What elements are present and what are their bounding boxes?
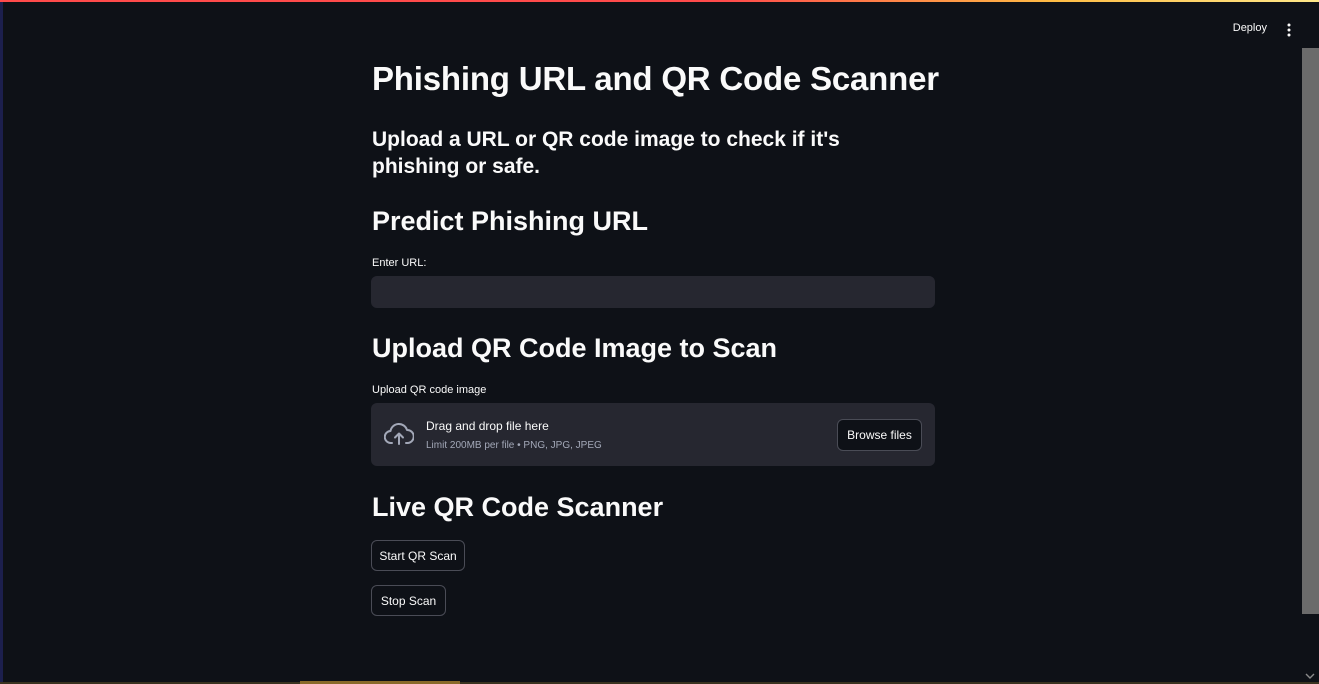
scroll-down-arrow-icon[interactable] xyxy=(1305,668,1315,679)
stop-scan-button[interactable]: Stop Scan xyxy=(371,585,446,616)
deploy-button[interactable]: Deploy xyxy=(1233,22,1267,34)
predict-url-heading: Predict Phishing URL xyxy=(372,206,649,236)
dropzone-limit-text: Limit 200MB per file • PNG, JPG, JPEG xyxy=(426,440,602,451)
upload-field-label: Upload QR code image xyxy=(372,384,487,396)
url-field-label: Enter URL: xyxy=(372,257,427,269)
browse-files-button[interactable]: Browse files xyxy=(837,419,922,451)
left-edge-strip xyxy=(0,2,3,684)
cloud-upload-icon xyxy=(383,422,415,446)
page-subtitle: Upload a URL or QR code image to check i… xyxy=(372,128,840,178)
app-header: Deploy xyxy=(1019,0,1319,60)
start-qr-scan-button[interactable]: Start QR Scan xyxy=(371,540,465,571)
app-window: Deploy Phishing URL and QR Code Scanner … xyxy=(0,0,1319,684)
live-scanner-heading: Live QR Code Scanner xyxy=(372,492,664,522)
kebab-menu-icon[interactable] xyxy=(1281,22,1297,38)
page-title: Phishing URL and QR Code Scanner xyxy=(372,60,939,97)
scrollbar-thumb[interactable] xyxy=(1302,48,1319,614)
dropzone-title: Drag and drop file here xyxy=(426,419,549,433)
url-input[interactable] xyxy=(371,276,935,308)
upload-qr-heading: Upload QR Code Image to Scan xyxy=(372,333,778,363)
file-dropzone[interactable]: Drag and drop file here Limit 200MB per … xyxy=(371,403,935,466)
